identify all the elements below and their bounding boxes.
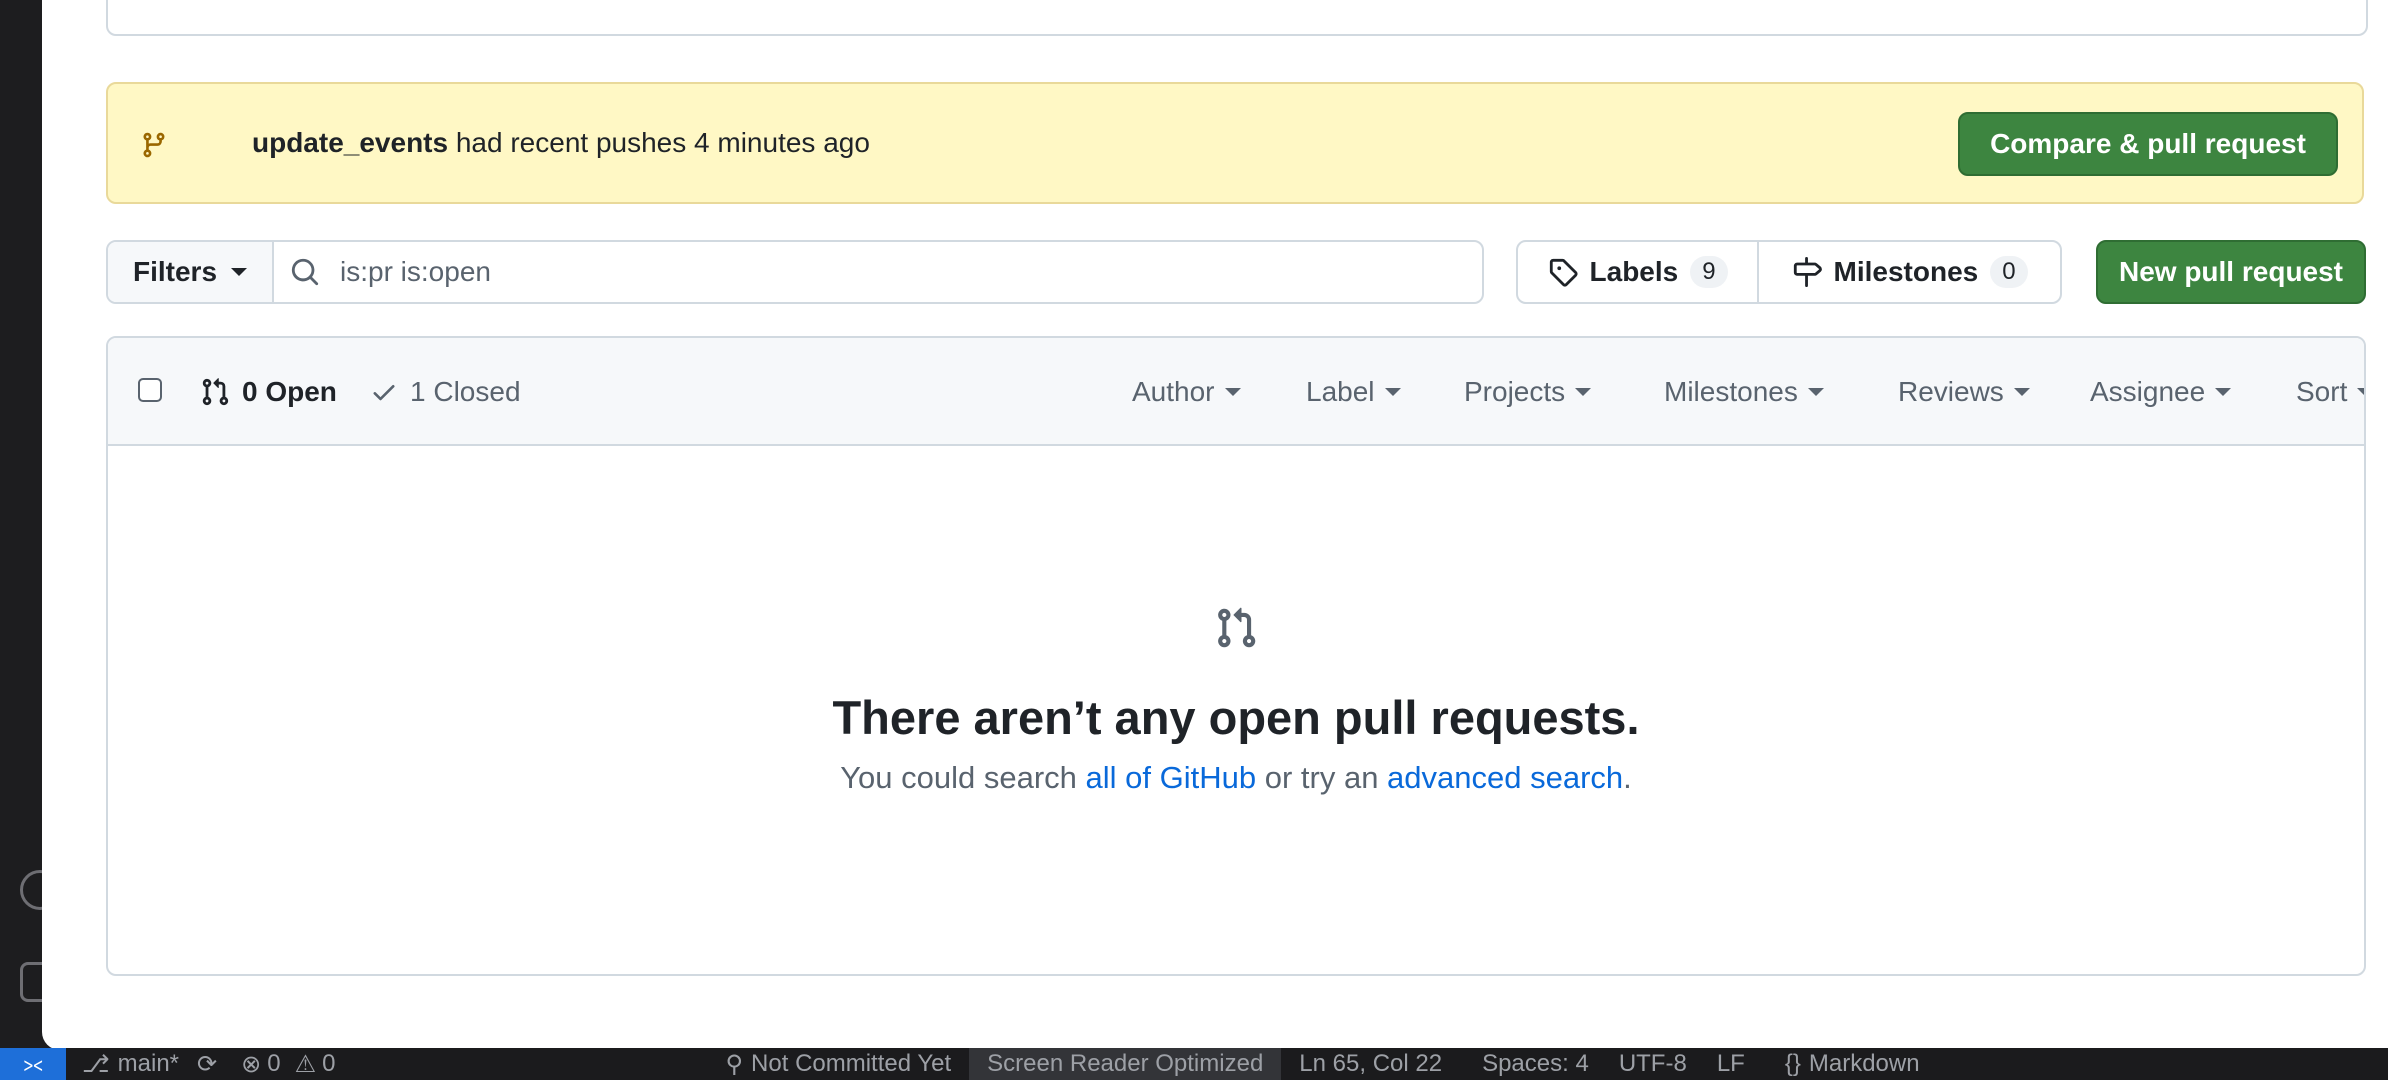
git-branch-icon	[143, 132, 165, 158]
assignee-filter-label: Assignee	[2090, 376, 2206, 407]
select-all-checkbox[interactable]	[138, 378, 162, 402]
check-icon	[373, 385, 395, 401]
sort-filter[interactable]: Sort	[2296, 376, 2364, 408]
empty-state: There aren’t any open pull requests. You…	[108, 446, 2364, 974]
sort-filter-label: Sort	[2296, 376, 2348, 407]
all-of-github-link[interactable]: all of GitHub	[1086, 760, 1257, 795]
chevron-down-icon	[231, 268, 248, 276]
closed-count-label: 1 Closed	[410, 376, 521, 407]
branch-status[interactable]: ⎇ main*	[82, 1050, 179, 1079]
empty-state-title: There aren’t any open pull requests.	[832, 691, 1640, 744]
chevron-down-icon	[1224, 388, 1241, 396]
author-filter-label: Author	[1132, 376, 1215, 407]
pull-request-list: 0 Open 1 Closed Author Label Projects Mi…	[106, 336, 2366, 976]
warning-count: 0	[322, 1050, 336, 1077]
milestones-filter-label: Milestones	[1664, 376, 1798, 407]
recent-push-banner: update_events had recent pushes 4 minute…	[106, 82, 2364, 204]
branch-name-link[interactable]: update_events	[252, 127, 448, 158]
braces-icon: {}	[1784, 1050, 1801, 1077]
labels-label: Labels	[1589, 256, 1679, 287]
git-blame-status[interactable]: ⚲ Not Committed Yet	[725, 1050, 951, 1079]
error-count: 0	[267, 1050, 281, 1077]
search-field[interactable]	[274, 242, 1482, 302]
empty-text-after: .	[1623, 760, 1632, 795]
new-pull-request-button[interactable]: New pull request	[2096, 240, 2366, 304]
projects-filter[interactable]: Projects	[1464, 376, 1592, 408]
chevron-down-icon	[1384, 388, 1401, 396]
branch-name: main*	[117, 1050, 180, 1077]
labels-count: 9	[1690, 256, 1728, 288]
compare-pull-request-button[interactable]: Compare & pull request	[1958, 112, 2338, 176]
label-filter[interactable]: Label	[1306, 376, 1401, 408]
filters-dropdown[interactable]: Filters	[108, 242, 274, 302]
tag-icon	[1549, 258, 1578, 287]
milestone-icon	[1793, 257, 1822, 287]
label-filter-label: Label	[1306, 376, 1375, 407]
advanced-search-link[interactable]: advanced search	[1387, 760, 1623, 795]
chevron-down-icon	[1807, 388, 1824, 396]
reviews-filter-label: Reviews	[1898, 376, 2004, 407]
filter-search-group: Filters	[106, 240, 1484, 304]
encoding-status[interactable]: UTF-8	[1619, 1050, 1687, 1078]
warning-icon: ⚠	[294, 1050, 317, 1078]
previous-section-box	[106, 0, 2368, 36]
milestones-count: 0	[1990, 256, 2028, 288]
chevron-down-icon	[1575, 388, 1592, 396]
milestones-button[interactable]: Milestones 0	[1759, 242, 2060, 302]
eol-status[interactable]: LF	[1717, 1050, 1745, 1078]
labels-milestones-group: Labels 9 Milestones 0	[1516, 240, 2062, 304]
github-pull-requests-page: update_events had recent pushes 4 minute…	[42, 0, 2388, 1050]
language-mode-status[interactable]: {} Markdown	[1785, 1050, 1920, 1078]
language-label: Markdown	[1808, 1050, 1920, 1077]
git-pull-request-icon	[1218, 607, 1256, 648]
push-message: update_events had recent pushes 4 minute…	[252, 127, 870, 159]
empty-state-text: You could search all of GitHub or try an…	[108, 760, 2364, 796]
git-pull-request-icon	[202, 378, 229, 406]
git-branch-icon: ⎇	[82, 1050, 110, 1078]
chevron-down-icon	[2013, 388, 2030, 396]
projects-filter-label: Projects	[1464, 376, 1566, 407]
indentation-status[interactable]: Spaces: 4	[1482, 1050, 1589, 1078]
chevron-down-icon	[2357, 388, 2364, 396]
open-tab[interactable]: 0 Open	[200, 376, 337, 408]
milestones-label: Milestones	[1833, 256, 1979, 287]
empty-text-before: You could search	[840, 760, 1086, 795]
editor-status-bar: ⪥ ⎇ main* ⟳ ⊗ 0 ⚠ 0 ⚲ Not Committed Yet Scree…	[0, 1048, 2388, 1080]
remote-indicator-icon[interactable]: ⪥	[0, 1048, 66, 1080]
filters-label: Filters	[132, 256, 218, 287]
push-message-text: had recent pushes 4 minutes ago	[448, 127, 870, 158]
commit-icon: ⚲	[725, 1050, 744, 1078]
milestones-filter[interactable]: Milestones	[1664, 376, 1824, 408]
reviews-filter[interactable]: Reviews	[1898, 376, 2030, 408]
pr-toolbar: Filters Labels 9 Milestones 0 New pull r…	[106, 240, 2366, 304]
chevron-down-icon	[2215, 388, 2232, 396]
labels-button[interactable]: Labels 9	[1518, 242, 1760, 302]
closed-tab[interactable]: 1 Closed	[370, 376, 521, 408]
commit-label: Not Committed Yet	[751, 1050, 952, 1077]
search-icon	[291, 258, 319, 286]
cursor-position-status[interactable]: Ln 65, Col 22	[1299, 1050, 1442, 1078]
empty-text-middle: or try an	[1256, 760, 1388, 795]
author-filter[interactable]: Author	[1132, 376, 1241, 408]
sync-icon[interactable]: ⟳	[197, 1050, 217, 1079]
search-input[interactable]	[338, 255, 942, 289]
problems-status[interactable]: ⊗ 0 ⚠ 0	[241, 1050, 335, 1079]
assignee-filter[interactable]: Assignee	[2090, 376, 2232, 408]
screen-reader-status[interactable]: Screen Reader Optimized	[969, 1048, 1282, 1080]
list-header: 0 Open 1 Closed Author Label Projects Mi…	[108, 338, 2364, 446]
open-count-label: 0 Open	[242, 376, 337, 407]
error-icon: ⊗	[241, 1050, 262, 1078]
